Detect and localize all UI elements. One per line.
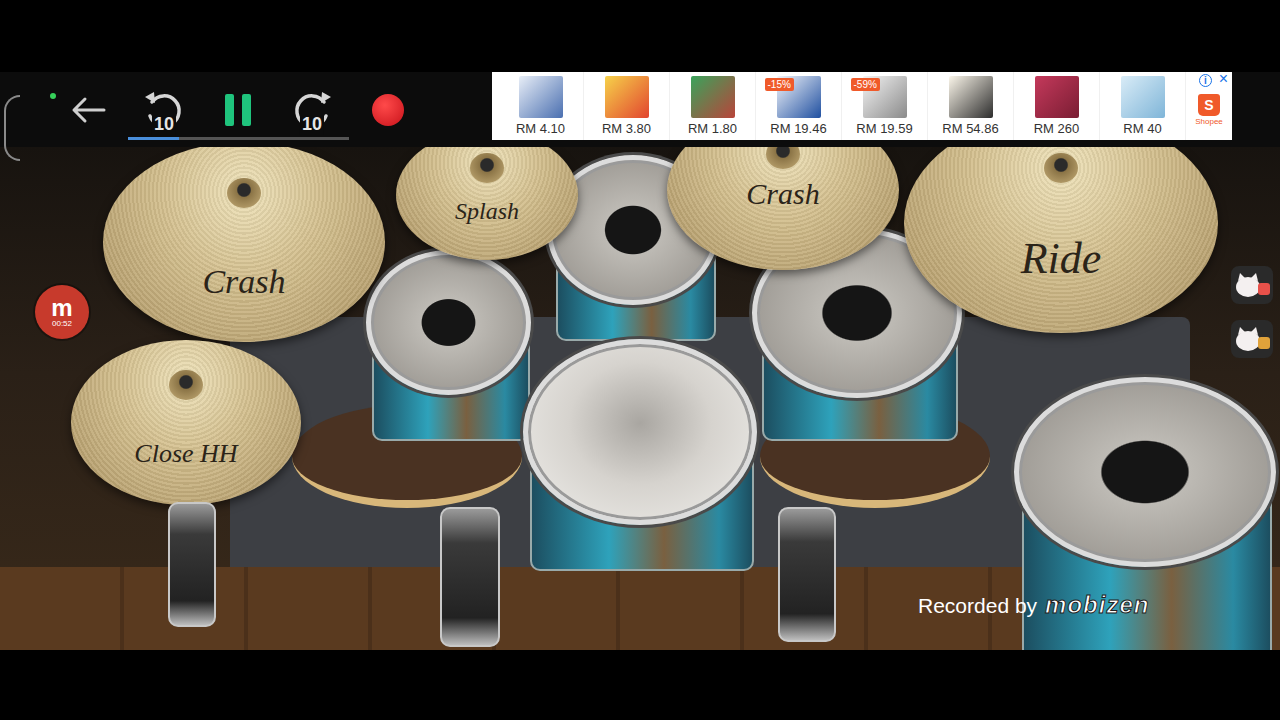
product-image	[1035, 76, 1079, 118]
kick-pedal[interactable]	[778, 507, 836, 642]
ad-banner[interactable]: RM 4.10 RM 3.80 RM 1.80 -15% RM 19.46 -59% RM …	[492, 72, 1232, 140]
progress-bar[interactable]	[128, 137, 349, 140]
product-image	[519, 76, 563, 118]
screen: 10 10 RM 4.10 RM 3.80 RM 1.80 -15% RM 19.46 -59…	[0, 0, 1280, 720]
transport: 10 10	[128, 87, 349, 140]
pause-icon	[221, 92, 255, 128]
cymbal-bell	[470, 153, 504, 183]
product-image	[691, 76, 735, 118]
cymbal-label: Crash	[746, 177, 819, 210]
cymbal-bell	[169, 370, 203, 400]
forward-button[interactable]: 10	[290, 87, 334, 133]
rewind-button[interactable]: 10	[142, 87, 186, 133]
cat-sticker-icon[interactable]	[1230, 265, 1274, 305]
ad-price: RM 4.10	[516, 121, 565, 137]
forward-label: 10	[300, 115, 324, 135]
ad-item[interactable]: -15% RM 19.46	[756, 72, 842, 140]
ad-price: RM 3.80	[602, 121, 651, 137]
cymbal-bell	[1044, 153, 1078, 183]
discount-badge: -59%	[851, 78, 880, 91]
hihat-pedal[interactable]	[168, 502, 216, 627]
drum-app: 10 10 RM 4.10 RM 3.80 RM 1.80 -15% RM 19.46 -59…	[0, 72, 1280, 650]
edge-arc	[4, 95, 20, 161]
snare-drum[interactable]	[523, 339, 757, 525]
cymbal-label: Ride	[1021, 235, 1102, 283]
recorder-bubble[interactable]: m00:52	[35, 285, 89, 339]
product-image: -15%	[777, 76, 821, 118]
ad-price: RM 19.46	[770, 121, 826, 137]
ad-price: RM 19.59	[856, 121, 912, 137]
cymbal-bell	[766, 147, 800, 169]
tom-drum[interactable]	[366, 250, 531, 395]
watermark-text: Recorded by	[918, 593, 1037, 618]
ad-item[interactable]: RM 54.86	[928, 72, 1014, 140]
cymbal-label: Close HH	[134, 440, 237, 469]
cymbal[interactable]: Crash	[103, 147, 385, 342]
ad-item[interactable]: RM 3.80	[584, 72, 670, 140]
record-icon	[372, 94, 404, 126]
ad-close-icon[interactable]: ×	[1219, 71, 1228, 87]
product-image	[605, 76, 649, 118]
ad-price: RM 1.80	[688, 121, 737, 137]
ad-item[interactable]: RM 1.80	[670, 72, 756, 140]
letterbox-bottom	[0, 650, 1280, 720]
discount-badge: -15%	[765, 78, 794, 91]
status-dot	[50, 93, 56, 99]
cymbal[interactable]: Close HH	[71, 340, 301, 505]
cat-sticker-icon[interactable]	[1230, 319, 1274, 359]
floor-tom[interactable]	[1014, 377, 1276, 567]
rewind-label: 10	[152, 115, 176, 135]
watermark-brand: mobizen	[1045, 591, 1149, 620]
drum-stage: Crash Splash Crash Ride Close HH m00:52 Record…	[0, 147, 1280, 650]
recorder-logo: m	[51, 296, 72, 320]
record-button[interactable]	[371, 93, 405, 127]
cymbal-label: Splash	[455, 198, 519, 224]
recorder-time: 00:52	[52, 320, 72, 329]
ad-item[interactable]: -59% RM 19.59	[842, 72, 928, 140]
ad-item[interactable]: RM 4.10	[498, 72, 584, 140]
store-name: Shopee	[1195, 118, 1223, 127]
product-image: -59%	[863, 76, 907, 118]
pause-button[interactable]	[216, 88, 260, 132]
ad-item[interactable]: RM 260	[1014, 72, 1100, 140]
back-arrow-icon	[70, 95, 106, 125]
watermark: Recorded by mobizen	[918, 591, 1149, 620]
ad-item[interactable]: RM 40	[1100, 72, 1186, 140]
progress-fill	[128, 137, 179, 140]
toolbar: 10 10 RM 4.10 RM 3.80 RM 1.80 -15% RM 19.46 -59…	[0, 72, 1280, 147]
ad-info-icon[interactable]: i	[1199, 74, 1212, 87]
ad-price: RM 260	[1034, 121, 1080, 137]
shopping-bag-icon: S	[1198, 94, 1220, 116]
product-image	[949, 76, 993, 118]
cymbal-bell	[227, 178, 261, 208]
kick-pedal[interactable]	[440, 507, 500, 647]
back-button[interactable]	[70, 92, 106, 128]
ad-price: RM 40	[1123, 121, 1161, 137]
letterbox-top	[0, 0, 1280, 72]
ad-price: RM 54.86	[942, 121, 998, 137]
product-image	[1121, 76, 1165, 118]
cymbal-label: Crash	[202, 263, 285, 300]
side-icons	[1230, 265, 1274, 359]
